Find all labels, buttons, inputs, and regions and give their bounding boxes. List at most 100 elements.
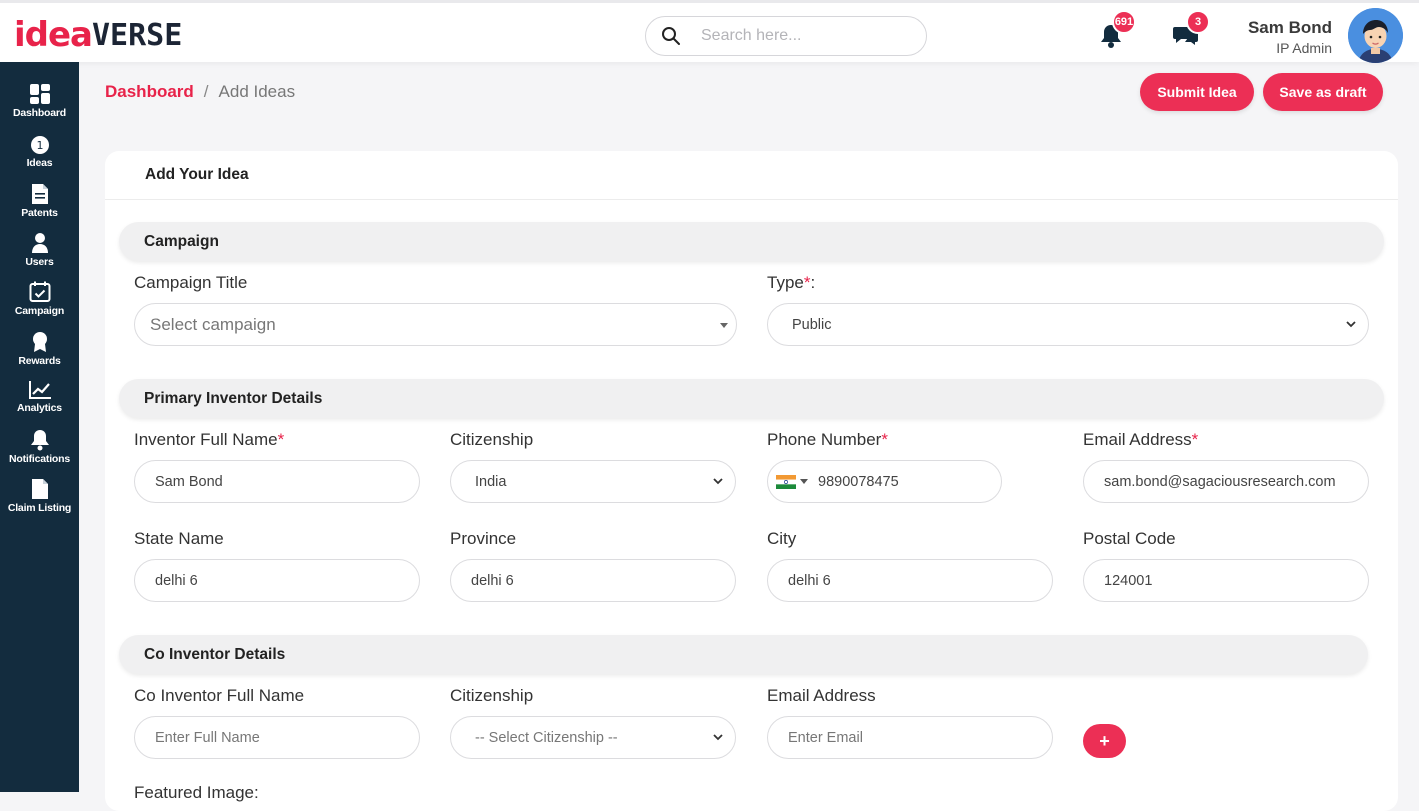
sidebar-item-analytics[interactable]: Analytics xyxy=(0,380,79,426)
postal-code-field[interactable]: 124001 xyxy=(1083,559,1369,602)
co-citizenship-placeholder: -- Select Citizenship -- xyxy=(475,729,618,746)
breadcrumb-dashboard-link[interactable]: Dashboard xyxy=(105,82,194,102)
sidebar-item-notifications[interactable]: Notifications xyxy=(0,429,79,475)
caret-down-icon xyxy=(720,323,728,328)
breadcrumb-separator: / xyxy=(203,82,209,101)
sidebar: Dashboard 1 Ideas Patents Users Campaign… xyxy=(0,62,79,792)
co-inventor-section-header: Co Inventor Details xyxy=(119,635,1368,674)
sidebar-item-dashboard[interactable]: Dashboard xyxy=(0,83,79,129)
breadcrumb: Dashboard / Add Ideas xyxy=(105,82,295,102)
top-header: ideaVERSE 691 3 Sam Bond IP Admin xyxy=(0,0,1419,63)
ideaverse-logo[interactable]: idea VERSE xyxy=(14,15,182,55)
state-value: delhi 6 xyxy=(155,572,198,589)
co-inventor-name-label: Co Inventor Full Name xyxy=(134,686,305,705)
sidebar-item-label: Analytics xyxy=(17,402,62,414)
province-field[interactable]: delhi 6 xyxy=(450,559,736,602)
campaign-section-header: Campaign xyxy=(119,222,1384,261)
submit-idea-button[interactable]: Submit Idea xyxy=(1140,73,1254,111)
type-label: Type*: xyxy=(767,273,815,293)
email-label: Email Address* xyxy=(1083,430,1198,450)
user-name: Sam Bond xyxy=(1247,18,1332,37)
sidebar-item-label: Rewards xyxy=(18,355,61,367)
bell-count-badge: 691 xyxy=(1112,10,1136,34)
sidebar-item-label: Claim Listing xyxy=(7,502,72,514)
citizenship-label: Citizenship xyxy=(450,430,534,449)
city-field[interactable]: delhi 6 xyxy=(767,559,1053,602)
save-draft-button[interactable]: Save as draft xyxy=(1263,73,1383,111)
state-label: State Name xyxy=(134,529,224,548)
state-field[interactable]: delhi 6 xyxy=(134,559,420,602)
dashboard-icon xyxy=(29,84,50,104)
sidebar-item-label: Campaign xyxy=(14,305,65,317)
co-citizenship-select[interactable]: -- Select Citizenship -- xyxy=(450,716,736,759)
type-select-value: Public xyxy=(792,316,832,333)
chevron-down-icon xyxy=(713,734,723,741)
city-label: City xyxy=(767,529,797,548)
chat-count-badge: 3 xyxy=(1186,10,1210,34)
co-inventor-name-placeholder: Enter Full Name xyxy=(155,729,260,746)
inventor-name-value: Sam Bond xyxy=(155,473,223,490)
bulb-icon: 1 xyxy=(30,136,49,154)
chevron-down-icon xyxy=(713,478,723,485)
type-label-suffix: : xyxy=(810,273,816,292)
campaign-title-select[interactable]: Select campaign xyxy=(134,303,737,346)
sidebar-item-patents[interactable]: Patents xyxy=(0,183,79,229)
search-icon xyxy=(662,27,680,45)
co-email-label: Email Address xyxy=(767,686,876,705)
bell-icon xyxy=(30,430,49,451)
calendar-check-icon xyxy=(29,281,50,302)
sidebar-item-users[interactable]: Users xyxy=(0,232,79,278)
campaign-title-placeholder: Select campaign xyxy=(150,314,276,334)
type-select[interactable]: Public xyxy=(767,303,1369,346)
province-label: Province xyxy=(450,529,517,548)
search-box[interactable] xyxy=(645,16,927,56)
sidebar-item-label: Patents xyxy=(21,207,58,219)
sidebar-item-label: Users xyxy=(25,256,54,268)
document-icon xyxy=(31,184,48,204)
sidebar-item-claim-listing[interactable]: Claim Listing xyxy=(0,478,79,524)
province-value: delhi 6 xyxy=(471,572,514,589)
co-citizenship-label: Citizenship xyxy=(450,686,534,705)
inventor-name-label: Inventor Full Name* xyxy=(134,430,284,450)
postal-code-value: 124001 xyxy=(1104,572,1153,589)
sidebar-item-campaign[interactable]: Campaign xyxy=(0,281,79,327)
sidebar-item-ideas[interactable]: 1 Ideas xyxy=(0,135,79,181)
user-icon xyxy=(31,233,48,253)
co-email-placeholder: Enter Email xyxy=(788,729,863,746)
phone-value: 9890078475 xyxy=(818,473,899,490)
postal-code-label: Postal Code xyxy=(1083,529,1176,548)
chevron-down-icon xyxy=(1346,321,1356,328)
sidebar-item-label: Notifications xyxy=(9,453,70,465)
phone-field[interactable]: 9890078475 xyxy=(767,460,1002,503)
sidebar-item-label: Dashboard xyxy=(12,107,67,119)
india-flag-icon xyxy=(776,474,796,489)
phone-label-text: Phone Number xyxy=(767,430,882,449)
chart-icon xyxy=(28,381,51,399)
required-mark: * xyxy=(1191,430,1199,449)
required-mark: * xyxy=(277,430,285,449)
avatar[interactable] xyxy=(1348,8,1403,63)
city-value: delhi 6 xyxy=(788,572,831,589)
card-title: Add Your Idea xyxy=(145,166,249,183)
sidebar-item-label: Ideas xyxy=(26,157,53,169)
breadcrumb-current: Add Ideas xyxy=(218,82,296,101)
co-email-field[interactable]: Enter Email xyxy=(767,716,1053,759)
citizenship-select[interactable]: India xyxy=(450,460,736,503)
co-inventor-name-field[interactable]: Enter Full Name xyxy=(134,716,420,759)
campaign-title-label: Campaign Title xyxy=(134,273,248,292)
card-divider xyxy=(105,199,1398,200)
email-field[interactable]: sam.bond@sagaciousresearch.com xyxy=(1083,460,1369,503)
caret-down-icon xyxy=(800,478,808,484)
featured-image-label: Featured Image: xyxy=(134,783,259,802)
add-co-inventor-button[interactable]: + xyxy=(1083,724,1126,758)
search-input[interactable] xyxy=(701,27,901,45)
citizenship-value: India xyxy=(475,473,507,490)
email-value: sam.bond@sagaciousresearch.com xyxy=(1104,473,1336,490)
file-icon xyxy=(31,479,48,499)
sidebar-item-rewards[interactable]: Rewards xyxy=(0,331,79,377)
inventor-name-field[interactable]: Sam Bond xyxy=(134,460,420,503)
svg-text:1: 1 xyxy=(36,139,43,152)
inventor-name-label-text: Inventor Full Name xyxy=(134,430,278,449)
primary-inventor-section-header: Primary Inventor Details xyxy=(119,379,1384,418)
country-code-selector[interactable] xyxy=(776,474,808,489)
